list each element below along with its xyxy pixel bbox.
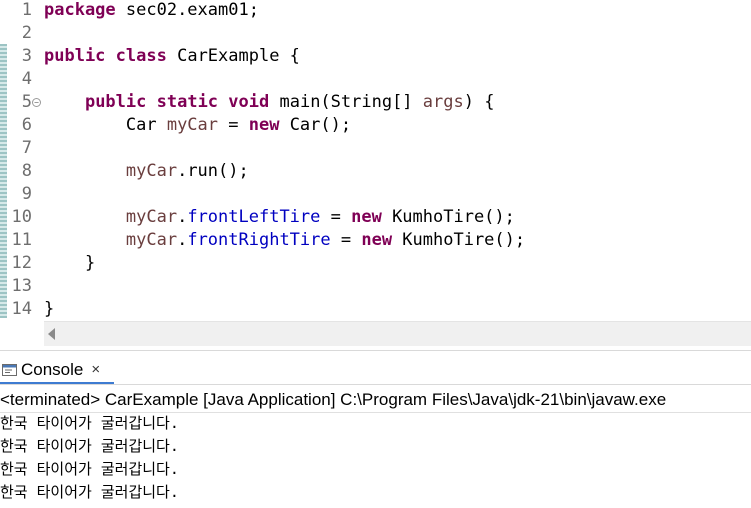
line-number: 2 — [21, 23, 32, 43]
tab-console[interactable]: Console × — [0, 356, 106, 383]
close-icon[interactable]: × — [91, 361, 100, 378]
console-icon — [2, 363, 17, 376]
line-number: 8 — [21, 161, 32, 181]
code-line[interactable]: 8 myCar.run(); — [0, 160, 751, 183]
console-output-line: 한국 타이어가 굴러갑니다. — [0, 437, 179, 455]
line-number: 13 — [11, 276, 32, 296]
code-text: package sec02.exam01; — [44, 0, 259, 20]
code-text: public static void main(String[] args) { — [84, 92, 495, 112]
horizontal-scrollbar[interactable] — [44, 321, 751, 346]
console-tab-bar: Console × — [0, 351, 751, 383]
code-line[interactable]: 5− public static void main(String[] args… — [0, 91, 751, 114]
line-number: 9 — [21, 184, 32, 204]
editor-gutter-bottom — [0, 321, 44, 345]
code-line[interactable]: 9 — [0, 183, 751, 206]
line-number: 5 — [21, 92, 32, 112]
console-output-line: 한국 타이어가 굴러갑니다. — [0, 483, 179, 501]
code-line[interactable]: 7 — [0, 137, 751, 160]
code-text: myCar.run(); — [125, 161, 249, 181]
code-line[interactable]: 13 — [0, 275, 751, 298]
code-line[interactable]: 14} — [0, 298, 751, 321]
line-number: 14 — [11, 299, 32, 319]
code-line[interactable]: 4 — [0, 68, 751, 91]
tab-console-label: Console — [21, 359, 84, 379]
tab-bar-border — [0, 384, 751, 385]
fold-toggle-icon[interactable]: − — [32, 98, 41, 107]
console-output[interactable]: 한국 타이어가 굴러갑니다. 한국 타이어가 굴러갑니다. 한국 타이어가 굴러… — [0, 412, 751, 504]
console-output-line: 한국 타이어가 굴러갑니다. — [0, 460, 179, 478]
line-number: 1 — [21, 0, 32, 20]
code-line[interactable]: 1 package sec02.exam01; — [0, 0, 751, 22]
code-line[interactable]: 6 Car myCar = new Car(); — [0, 114, 751, 137]
line-number: 4 — [21, 69, 32, 89]
scroll-left-arrow-icon[interactable] — [48, 328, 55, 340]
code-text: } — [44, 253, 96, 273]
code-line[interactable]: 10 myCar.frontLeftTire = new KumhoTire()… — [0, 206, 751, 229]
code-line[interactable]: 11 myCar.frontRightTire = new KumhoTire(… — [0, 229, 751, 252]
console-status-line: <terminated> CarExample [Java Applicatio… — [0, 390, 667, 409]
code-text: public class CarExample { — [44, 46, 300, 66]
console-output-line: 한국 타이어가 굴러갑니다. — [0, 414, 179, 432]
line-number: 12 — [11, 253, 32, 273]
code-text: myCar.frontRightTire = new KumhoTire(); — [125, 230, 526, 250]
code-line[interactable]: 12 } — [0, 252, 751, 275]
code-text: Car myCar = new Car(); — [44, 115, 352, 135]
line-number: 7 — [21, 138, 32, 158]
line-number: 10 — [11, 207, 32, 227]
code-line[interactable]: 2 — [0, 22, 751, 45]
code-text: myCar.frontLeftTire = new KumhoTire(); — [125, 207, 515, 227]
line-number: 11 — [11, 230, 32, 250]
code-editor[interactable]: 1 package sec02.exam01; 2 3 public class Car… — [0, 0, 751, 321]
line-number: 6 — [21, 115, 32, 135]
code-text: } — [44, 299, 55, 319]
code-line[interactable]: 3 public class CarExample { — [0, 45, 751, 68]
line-number: 3 — [21, 46, 32, 66]
